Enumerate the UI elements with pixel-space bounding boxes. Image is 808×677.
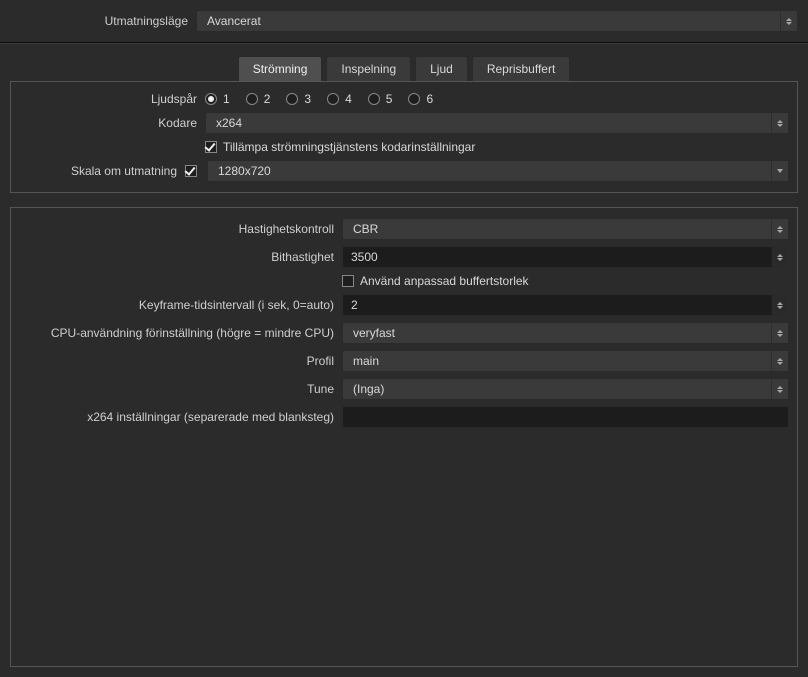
bitrate-input[interactable]: 3500 bbox=[342, 246, 789, 268]
rescale-output-label: Skala om utmatning bbox=[19, 164, 177, 178]
profile-value: main bbox=[353, 354, 379, 368]
checkbox-icon bbox=[205, 141, 217, 153]
radio-icon bbox=[205, 93, 217, 105]
output-mode-label: Utmatningsläge bbox=[10, 14, 188, 28]
updown-icon bbox=[780, 11, 797, 31]
cpu-preset-label: CPU-användning förinställning (högre = m… bbox=[19, 326, 334, 340]
radio-icon bbox=[327, 93, 339, 105]
rescale-output-select[interactable]: 1280x720 bbox=[207, 160, 789, 182]
tune-label: Tune bbox=[19, 382, 334, 396]
radio-icon bbox=[286, 93, 298, 105]
radio-icon bbox=[368, 93, 380, 105]
x264opts-label: x264 inställningar (separerade med blank… bbox=[19, 410, 334, 424]
output-mode-select[interactable]: Avancerat bbox=[196, 10, 798, 32]
audio-tracks-group: 1 2 3 4 5 bbox=[205, 92, 433, 106]
radio-icon bbox=[246, 93, 258, 105]
checkbox-icon bbox=[185, 165, 197, 177]
updown-icon bbox=[771, 247, 788, 267]
rescale-output-value: 1280x720 bbox=[218, 164, 271, 178]
rescale-output-checkbox[interactable] bbox=[185, 165, 199, 177]
keyframe-label: Keyframe-tidsintervall (i sek, 0=auto) bbox=[19, 298, 334, 312]
output-tabs: Strömning Inspelning Ljud Reprisbuffert bbox=[238, 56, 571, 81]
bitrate-label: Bithastighet bbox=[19, 250, 334, 264]
cpu-preset-value: veryfast bbox=[353, 326, 395, 340]
cpu-preset-select[interactable]: veryfast bbox=[342, 322, 789, 344]
tune-select[interactable]: (Inga) bbox=[342, 378, 789, 400]
encoder-value: x264 bbox=[216, 116, 242, 130]
x264opts-input[interactable] bbox=[342, 406, 789, 428]
output-tabs-area: Strömning Inspelning Ljud Reprisbuffert bbox=[0, 43, 808, 81]
rate-control-select[interactable]: CBR bbox=[342, 218, 789, 240]
rate-control-value: CBR bbox=[353, 222, 378, 236]
audio-track-2[interactable]: 2 bbox=[246, 92, 271, 106]
tune-value: (Inga) bbox=[353, 382, 384, 396]
audio-track-3[interactable]: 3 bbox=[286, 92, 311, 106]
audio-track-1[interactable]: 1 bbox=[205, 92, 230, 106]
updown-icon bbox=[771, 295, 788, 315]
encoder-settings-panel: Hastighetskontroll CBR Bithastighet 3500 bbox=[10, 207, 798, 667]
updown-icon bbox=[771, 379, 788, 399]
output-mode-value: Avancerat bbox=[207, 14, 261, 28]
keyframe-value: 2 bbox=[351, 298, 358, 312]
custom-buffer-label: Använd anpassad buffertstorlek bbox=[360, 274, 529, 288]
bitrate-value: 3500 bbox=[351, 250, 378, 264]
checkbox-icon bbox=[342, 275, 354, 287]
profile-select[interactable]: main bbox=[342, 350, 789, 372]
keyframe-input[interactable]: 2 bbox=[342, 294, 789, 316]
audio-tracks-label: Ljudspår bbox=[19, 92, 197, 106]
tab-audio[interactable]: Ljud bbox=[415, 56, 468, 81]
updown-icon bbox=[771, 219, 788, 239]
output-mode-section: Utmatningsläge Avancerat bbox=[0, 0, 808, 43]
tab-replay-buffer[interactable]: Reprisbuffert bbox=[472, 56, 570, 81]
tab-recording[interactable]: Inspelning bbox=[326, 56, 411, 81]
streaming-panel: Ljudspår 1 2 3 bbox=[10, 81, 798, 193]
profile-label: Profil bbox=[19, 354, 334, 368]
audio-track-5[interactable]: 5 bbox=[368, 92, 393, 106]
radio-icon bbox=[408, 93, 420, 105]
enforce-encoder-settings-label: Tillämpa strömningstjänstens kodarinstäl… bbox=[223, 140, 475, 154]
updown-icon bbox=[771, 323, 788, 343]
encoder-select[interactable]: x264 bbox=[205, 112, 789, 134]
tab-streaming[interactable]: Strömning bbox=[238, 56, 323, 81]
updown-icon bbox=[771, 113, 788, 133]
audio-track-4[interactable]: 4 bbox=[327, 92, 352, 106]
custom-buffer-checkbox[interactable]: Använd anpassad buffertstorlek bbox=[342, 274, 529, 288]
enforce-encoder-settings-checkbox[interactable]: Tillämpa strömningstjänstens kodarinstäl… bbox=[205, 140, 475, 154]
chevron-down-icon bbox=[771, 161, 788, 181]
rate-control-label: Hastighetskontroll bbox=[19, 222, 334, 236]
audio-track-6[interactable]: 6 bbox=[408, 92, 433, 106]
encoder-label: Kodare bbox=[19, 116, 197, 130]
updown-icon bbox=[771, 351, 788, 371]
